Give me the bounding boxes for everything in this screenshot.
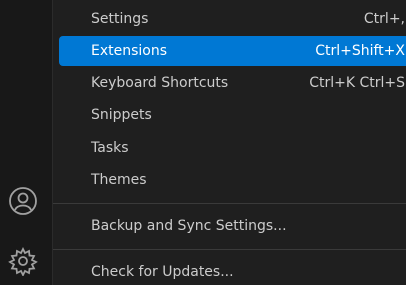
manage-gear-icon[interactable] xyxy=(6,244,40,278)
menu-item-snippets[interactable]: Snippets xyxy=(59,100,406,130)
manage-context-menu: Settings Ctrl+, Extensions Ctrl+Shift+X … xyxy=(52,0,406,285)
menu-item-settings[interactable]: Settings Ctrl+, xyxy=(59,4,406,34)
menu-item-backup-and-sync[interactable]: Backup and Sync Settings... xyxy=(59,211,406,241)
accounts-icon[interactable] xyxy=(6,184,40,218)
menu-separator xyxy=(53,203,406,204)
menu-item-extensions[interactable]: Extensions Ctrl+Shift+X xyxy=(59,36,406,66)
menu-item-label: Settings xyxy=(91,11,149,27)
menu-item-label: Backup and Sync Settings... xyxy=(91,218,287,234)
vscode-window: Settings Ctrl+, Extensions Ctrl+Shift+X … xyxy=(0,0,406,285)
activity-bar xyxy=(0,0,48,285)
menu-item-themes[interactable]: Themes xyxy=(59,165,406,195)
menu-item-shortcut: Ctrl+K Ctrl+S xyxy=(309,75,405,91)
menu-item-label: Extensions xyxy=(91,43,168,59)
menu-item-label: Themes xyxy=(91,172,147,188)
menu-item-label: Snippets xyxy=(91,107,152,123)
menu-item-label: Tasks xyxy=(91,140,129,156)
menu-item-keyboard-shortcuts[interactable]: Keyboard Shortcuts Ctrl+K Ctrl+S xyxy=(59,68,406,98)
menu-item-shortcut: Ctrl+, xyxy=(363,11,405,27)
menu-item-label: Keyboard Shortcuts xyxy=(91,75,229,91)
menu-separator xyxy=(53,249,406,250)
menu-item-tasks[interactable]: Tasks xyxy=(59,133,406,163)
menu-item-shortcut: Ctrl+Shift+X xyxy=(315,43,405,59)
menu-item-check-for-updates[interactable]: Check for Updates... xyxy=(59,257,406,285)
menu-item-label: Check for Updates... xyxy=(91,264,234,280)
